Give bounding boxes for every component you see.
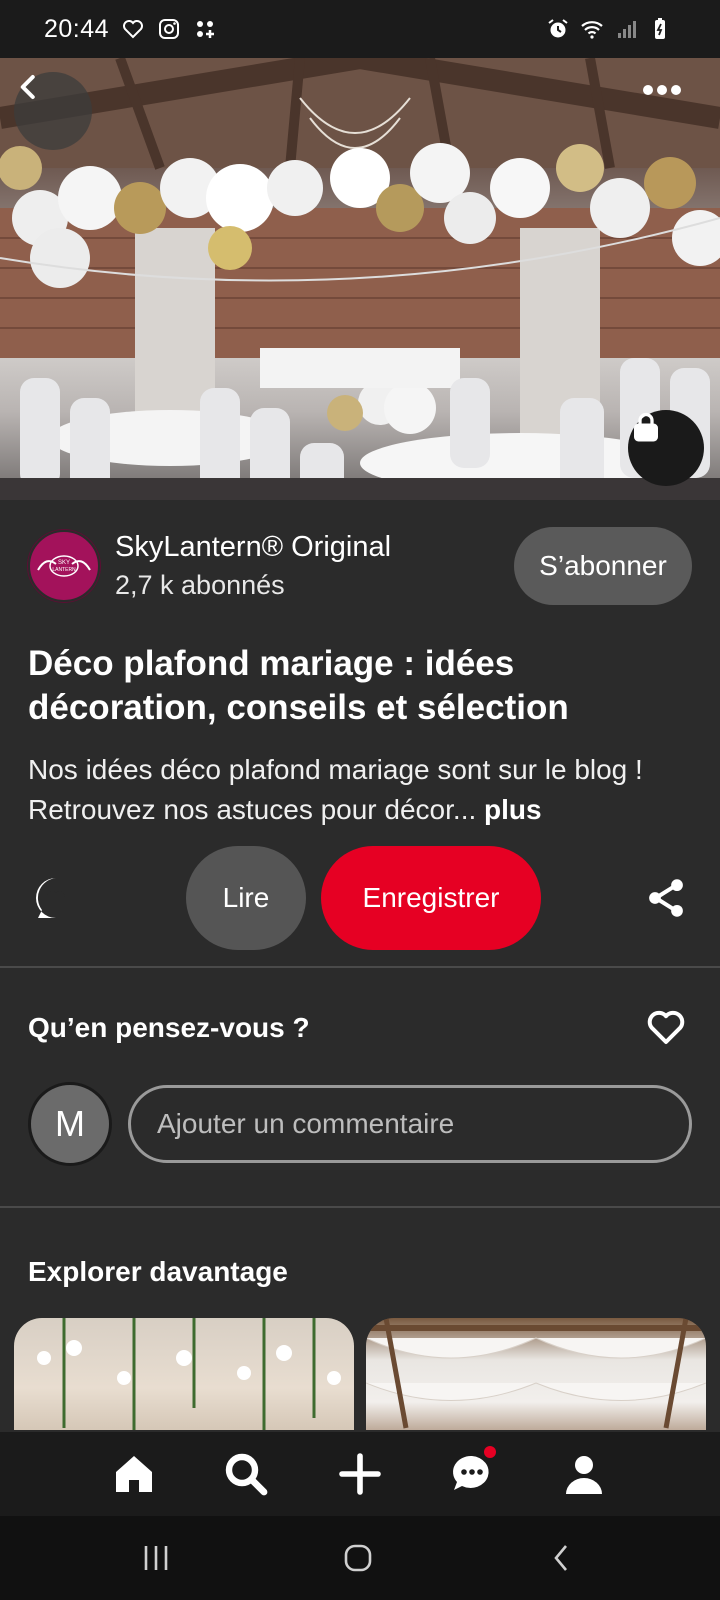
nav-messages[interactable] [448,1446,496,1498]
search-icon [225,1453,268,1496]
pin-title: Déco plafond mariage : idées décoration,… [28,644,569,727]
signal-icon [618,21,636,38]
pin-image[interactable] [0,58,720,500]
comment-bubble-icon [36,878,65,918]
home-button[interactable] [340,1542,376,1574]
recent-apps-button[interactable] [138,1542,174,1574]
explore-card-image [37,1318,341,1430]
profile-icon [566,1456,602,1494]
pin-description-text: Nos idées déco plafond mariage sont sur … [28,754,643,825]
explore-card[interactable] [366,1318,706,1430]
back-chevron-icon [554,1545,567,1571]
chevron-left-icon [20,75,35,99]
nav-home[interactable] [110,1450,158,1498]
system-navigation-bar [0,1516,720,1600]
author-name[interactable]: SkyLantern® Original [115,528,514,566]
share-button[interactable] [644,876,688,920]
nav-profile[interactable] [560,1450,608,1498]
plus-icon [339,1453,381,1495]
author-row: SKY LANTERN SkyLantern® Original 2,7 k a… [28,526,692,606]
home-icon [116,1456,152,1492]
comment-input[interactable] [128,1085,692,1163]
author-info: SkyLantern® Original 2,7 k abonnés [115,528,514,604]
recent-apps-icon [144,1546,168,1570]
explore-card[interactable] [14,1318,354,1430]
react-button[interactable] [646,1008,690,1048]
divider [0,966,720,968]
svg-text:SKY: SKY [58,560,70,566]
save-button[interactable]: Enregistrer [321,846,541,950]
wedding-hall-illustration [0,58,720,500]
explore-grid [14,1318,706,1430]
nav-create[interactable] [336,1450,384,1498]
divider [0,1206,720,1208]
share-icon [649,879,683,917]
status-time: 20:44 [44,14,110,43]
svg-text:LANTERN: LANTERN [52,567,76,573]
more-options-button[interactable] [642,84,702,134]
status-bar: 20:44 [0,0,720,58]
pin-description: Nos idées déco plafond mariage sont sur … [28,750,708,830]
instagram-icon [159,19,180,39]
battery-charging-icon [655,18,665,39]
heart-icon [647,1010,685,1044]
comments-button[interactable] [32,874,80,922]
notification-dot [484,1446,496,1458]
alarm-icon [548,19,568,38]
read-button[interactable]: Lire [186,846,306,950]
comments-prompt: Qu’en pensez-vous ? [28,1012,310,1043]
heart-outline-icon [123,20,144,39]
shopping-bag-icon [634,412,658,442]
pin-actions: Lire Enregistrer [0,846,720,950]
comment-compose: M [28,1082,692,1166]
skylantern-logo: SKY LANTERN [37,555,91,577]
more-link[interactable]: plus [484,794,542,825]
nav-search[interactable] [222,1450,270,1498]
user-avatar: M [28,1082,112,1166]
explore-title: Explorer davantage [28,1256,288,1287]
wifi-icon [581,21,603,39]
home-circle-icon [344,1544,372,1572]
back-button[interactable] [14,72,92,150]
author-avatar[interactable]: SKY LANTERN [28,530,100,602]
shop-bag-button[interactable] [628,410,704,486]
follow-button[interactable]: S’abonner [514,527,692,605]
app-grid-icon [197,21,215,38]
explore-card-image [366,1318,706,1429]
author-followers: 2,7 k abonnés [115,570,285,600]
system-back-button[interactable] [544,1542,580,1574]
bottom-nav [0,1432,720,1516]
more-horizontal-icon [643,85,681,95]
